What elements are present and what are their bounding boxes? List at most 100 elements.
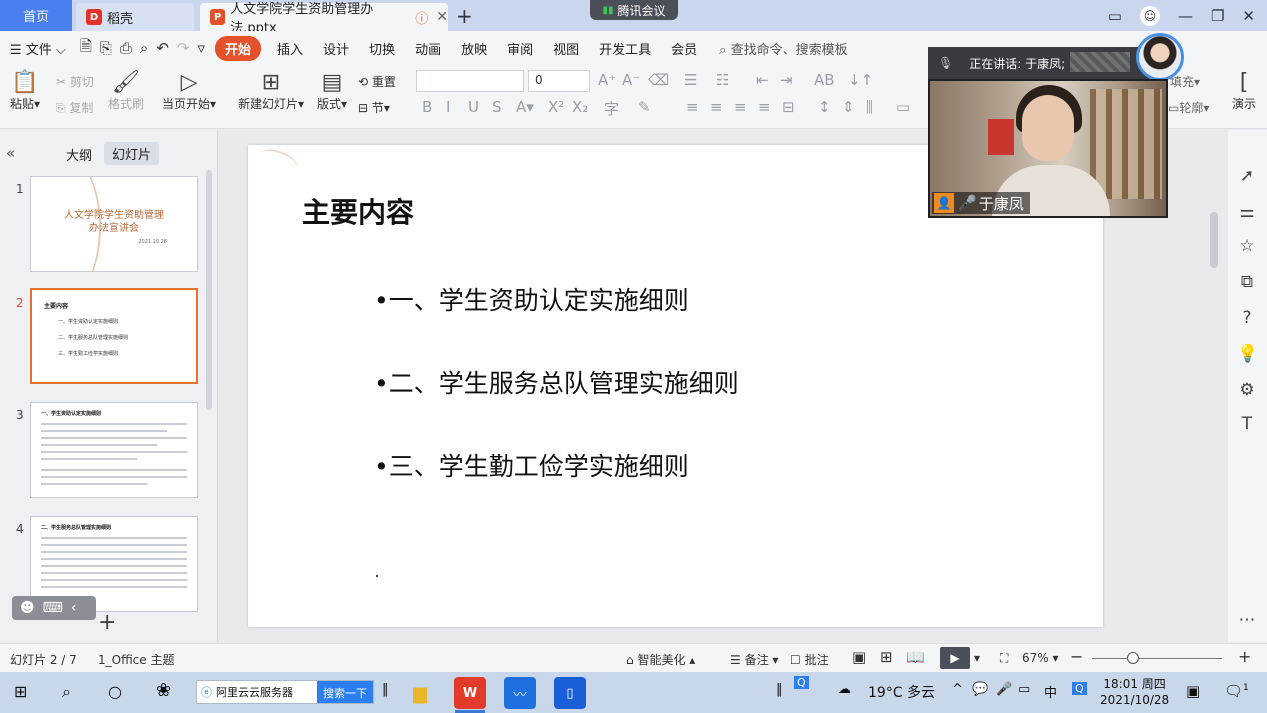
zoom-slider[interactable] xyxy=(1092,658,1222,659)
chat-tray-icon[interactable]: 💬 xyxy=(972,682,988,697)
menu-design[interactable]: 设计 xyxy=(313,39,359,58)
new-tab-icon[interactable]: + xyxy=(456,4,473,28)
beautify-button[interactable]: ⌂ 智能美化 ▴ xyxy=(626,651,695,668)
scrollbar-thumb[interactable] xyxy=(1210,212,1218,268)
editor-scrollbar[interactable] xyxy=(1207,140,1221,630)
from-current-button[interactable]: ▷ 当页开始▾ xyxy=(162,71,216,112)
reset-button[interactable]: ⟲ 重置 xyxy=(358,73,396,90)
clock[interactable]: 18:01 周四 2021/10/28 xyxy=(1100,676,1169,708)
file-explorer-icon[interactable]: ▆ xyxy=(404,677,436,709)
notes-button[interactable]: ☰ 备注 ▾ xyxy=(730,651,778,668)
bold-icon[interactable]: B xyxy=(422,98,432,116)
tab-slides[interactable]: 幻灯片 xyxy=(104,142,160,165)
undo-icon[interactable]: ↶ xyxy=(152,39,173,57)
font-size-select[interactable]: 0 xyxy=(528,70,590,92)
star-icon[interactable]: ☆ xyxy=(1237,236,1257,256)
font-color-icon[interactable]: A▾ xyxy=(516,98,534,116)
image-settings-icon[interactable]: ⚙ xyxy=(1237,380,1257,400)
menu-file[interactable]: ☰ 文件 ⌵ xyxy=(0,39,76,58)
menu-home[interactable]: 开始 xyxy=(215,35,262,61)
help-icon[interactable]: ? xyxy=(1237,308,1257,328)
highlight-icon[interactable]: ✎ xyxy=(638,98,651,116)
meeting-app-icon[interactable]: 〰 xyxy=(504,677,536,709)
app-blue-icon[interactable]: ▯ xyxy=(554,677,586,709)
outline-button[interactable]: ▭轮廓▾ xyxy=(1168,99,1209,116)
numbered-list-icon[interactable]: ☷ xyxy=(716,71,729,89)
menu-transition[interactable]: 切换 xyxy=(359,39,405,58)
paste-button[interactable]: 📋 粘贴▾ xyxy=(10,71,40,112)
qq-tray-icon[interactable]: Q xyxy=(794,676,809,689)
collapse-panel-icon[interactable]: « xyxy=(6,144,15,162)
align-right-icon[interactable]: ≡ xyxy=(734,98,747,116)
paragraph-spacing-icon[interactable]: ⇕ xyxy=(842,98,855,116)
mic-tray-icon[interactable]: 🎤 xyxy=(996,682,1012,697)
add-slide-icon[interactable]: + xyxy=(98,610,116,635)
slide-title[interactable]: 主要内容 xyxy=(302,191,414,231)
avatar[interactable] xyxy=(1136,33,1184,81)
close-window-icon[interactable]: ✕ xyxy=(1242,7,1255,25)
text-icon[interactable]: T xyxy=(1237,414,1257,434)
tab-home[interactable]: 首页 xyxy=(0,0,72,31)
layout-icon[interactable]: ▭ xyxy=(1108,7,1122,25)
cut-button[interactable]: ✂ 剪切 xyxy=(56,73,94,90)
app-s-icon[interactable]: ❀ xyxy=(156,680,171,701)
chevron-left-icon[interactable]: ‹ xyxy=(71,600,77,616)
tab-outline[interactable]: 大纲 xyxy=(66,145,92,164)
align-left-icon[interactable]: ≡ xyxy=(686,98,699,116)
italic-icon[interactable]: I xyxy=(446,98,450,116)
clear-format-icon[interactable]: ⌫ xyxy=(648,71,669,89)
tab-daoke[interactable]: D 稻壳 xyxy=(76,3,194,31)
comments-button[interactable]: ☐ 批注 xyxy=(790,651,829,668)
phonetic-icon[interactable]: 字 xyxy=(604,98,619,119)
slide-bullet[interactable]: •一、学生资助认定实施细则 xyxy=(374,281,689,317)
close-tab-icon[interactable]: ✕ xyxy=(436,9,448,25)
participant-video[interactable]: 👤 🎤 于康凤 xyxy=(928,79,1168,218)
slideshow-button[interactable]: ▶ xyxy=(940,647,970,669)
save-icon[interactable]: 🗎 xyxy=(76,36,96,61)
zoom-slider-handle[interactable] xyxy=(1127,652,1139,664)
ime-indicator[interactable]: 中 xyxy=(1044,682,1057,701)
layout-button[interactable]: ▤ 版式▾ xyxy=(317,71,347,112)
qq-tray-icon-2[interactable]: Q xyxy=(1072,682,1087,695)
menu-review[interactable]: 审阅 xyxy=(497,39,543,58)
rocket-icon[interactable]: ➚ xyxy=(1237,166,1257,186)
wps-icon[interactable]: W xyxy=(454,677,486,709)
sliders-icon[interactable]: ⚌ xyxy=(1237,202,1257,222)
reading-view-icon[interactable]: 📖 xyxy=(906,648,925,666)
menu-member[interactable]: 会员 xyxy=(661,39,707,58)
column-icon[interactable]: ⫼ xyxy=(866,98,873,116)
meeting-indicator[interactable]: ▮▮ 腾讯会议 xyxy=(590,0,678,20)
cortana-icon[interactable]: ○ xyxy=(108,682,122,701)
windows-start-icon[interactable]: ⊞ xyxy=(14,682,27,701)
zoom-out-icon[interactable]: − xyxy=(1070,647,1083,666)
more-icon[interactable]: ⋯ xyxy=(1237,610,1257,630)
theme-name[interactable]: 1_Office 主题 xyxy=(98,651,174,668)
weather-text[interactable]: 19°C 多云 xyxy=(868,682,935,702)
copy-button[interactable]: ⎘ 复制 xyxy=(56,99,93,116)
print-icon[interactable]: ⎙ xyxy=(116,39,136,57)
subscript-icon[interactable]: X₂ xyxy=(572,98,588,116)
text-direction-icon[interactable]: AB xyxy=(814,71,835,89)
slide-thumbnail-1[interactable]: 人文学院学生资助管理办法宣讲会 2021.10.28 xyxy=(30,176,198,272)
search-icon[interactable]: ⌕ xyxy=(62,682,71,702)
preview-icon[interactable]: ⌕ xyxy=(136,39,152,57)
fit-icon[interactable]: ⛶ xyxy=(1000,651,1008,666)
minimize-icon[interactable]: — xyxy=(1178,7,1193,25)
menu-view[interactable]: 视图 xyxy=(543,39,589,58)
panel-scrollbar[interactable] xyxy=(206,170,212,410)
sorter-view-icon[interactable]: ⊞ xyxy=(880,648,893,666)
increase-indent-icon[interactable]: ⇥ xyxy=(780,71,793,89)
slide-thumbnail-2[interactable]: 主要内容 一、学生资助认定实施细则 二、学生服务总队管理实施细则 三、学生勤工俭… xyxy=(30,288,198,384)
present-button[interactable]: [演示 xyxy=(1232,71,1256,112)
bullet-list-icon[interactable]: ☰ xyxy=(684,71,697,89)
justify-icon[interactable]: ≡ xyxy=(758,98,771,116)
app-tray-icon[interactable]: ▣ xyxy=(1186,682,1200,700)
sort-icon[interactable]: ↓↑ xyxy=(848,71,873,89)
font-name-select[interactable] xyxy=(416,70,524,92)
increase-font-icon[interactable]: A⁺ xyxy=(598,71,616,89)
export-icon[interactable]: ⎘ xyxy=(96,39,116,57)
superscript-icon[interactable]: X² xyxy=(548,98,564,116)
line-spacing-icon[interactable]: ↕ xyxy=(818,98,831,116)
menu-developer[interactable]: 开发工具 xyxy=(589,39,661,58)
normal-view-icon[interactable]: ▣ xyxy=(852,648,866,666)
